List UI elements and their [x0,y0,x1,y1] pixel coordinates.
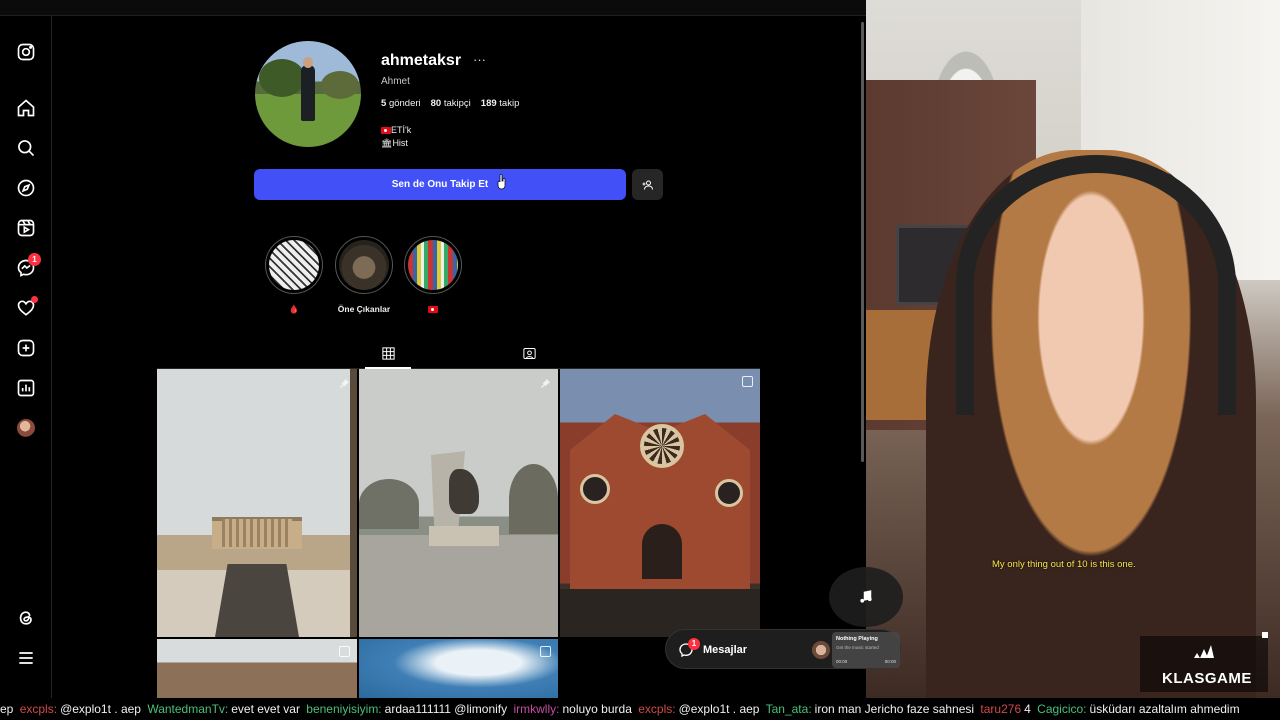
chat-message: 4 [1024,702,1031,716]
messages-badge: 1 [28,253,41,266]
explore-icon[interactable] [14,176,38,200]
chat-message: noluyo burda [562,702,632,716]
carousel-icon [540,646,551,657]
classical-building-icon: 🏛 [381,138,393,148]
highlight-label: 🩸 [288,304,300,314]
post-thumbnail[interactable] [560,369,760,637]
chat-message: üsküdarı azaltalım ahmedim [1089,702,1240,716]
search-icon[interactable] [14,136,38,160]
dashboard-icon[interactable] [14,376,38,400]
threads-icon[interactable] [14,606,38,630]
scrollbar[interactable] [861,22,864,462]
chat-message: iron man Jericho faze sahnesi [814,702,975,716]
chat-message: @explo1t . aep [60,702,141,716]
bio-line-2: 🏛Hist [381,138,408,148]
tab-tagged[interactable] [520,344,538,362]
post-thumbnail[interactable] [359,369,558,637]
story-highlight[interactable] [404,236,462,314]
profile-full-name: Ahmet [381,76,410,87]
menu-icon[interactable] [14,646,38,670]
tab-posts[interactable] [379,344,397,362]
chat-user: taru276 [980,702,1022,716]
stat-posts: 5 gönderi [381,98,421,109]
now-playing-subtitle: Get the music started [836,645,879,650]
webcam-video [866,0,1280,698]
chat-user: excpls: [638,702,676,716]
chat-user: Tan_ata: [765,702,812,716]
chat-user: irmkwlly: [513,702,560,716]
highlight-label: Öne Çıkanlar [337,304,391,314]
adidas-logo-icon [1194,645,1214,658]
heart-icon[interactable] [14,296,38,320]
home-icon[interactable] [14,96,38,120]
chat-user: Cagicico: [1037,702,1087,716]
more-options-icon[interactable]: ··· [473,52,486,67]
chat-user: WantedmanTv: [147,702,229,716]
post-thumbnail[interactable] [157,369,357,637]
stat-following[interactable]: 189 takip [481,98,520,109]
messages-label: Mesajlar [703,644,748,656]
now-playing-title: Nothing Playing [836,636,878,642]
now-playing-elapsed: 00:00 [836,659,848,664]
chat-message: @explo1t . aep [678,702,760,716]
profile-avatar[interactable] [14,416,38,440]
sidebar-nav: 1 [0,16,52,698]
carousel-icon [339,646,350,657]
profile-stats: 5 gönderi 80 takipçi 189 takip [381,98,519,109]
message-avatar [812,641,830,659]
suggested-users-button[interactable] [632,169,663,200]
klasgame-logo: KLASGAME [1162,670,1252,687]
carousel-icon [742,376,753,387]
corner-marker [1262,632,1268,638]
story-highlight[interactable]: Öne Çıkanlar [335,236,393,314]
chat-message: ardaa111111 @limonify [384,702,508,716]
turkish-flag-icon [381,127,391,135]
tagged-icon [522,347,536,359]
chat-user: excpls: [19,702,58,716]
notification-dot [31,296,38,303]
now-playing-duration: 00:00 [884,659,896,664]
reels-icon[interactable] [14,216,38,240]
instagram-logo-icon[interactable] [14,40,38,64]
profile-picture[interactable] [255,41,361,147]
browser-topbar [0,0,866,16]
mouse-cursor-icon [497,174,506,190]
profile-username: ahmetaksr [381,52,462,69]
chat-user: beneniyisiyim: [306,702,382,716]
grid-icon [381,346,395,360]
messages-badge: 1 [688,638,700,650]
follow-back-button[interactable]: Sen de Onu Takip Et [254,169,626,200]
messenger-icon[interactable]: 1 [14,253,41,280]
post-thumbnail[interactable] [157,639,357,698]
chat-message: evet evet var [231,702,300,716]
chat-ticker: ep excpls: @explo1t . aep WantedmanTv: eve… [0,698,1280,720]
bio-line-1: ETİ'k [381,125,411,135]
stream-caption: My only thing out of 10 is this one. [992,559,1136,570]
add-person-icon [642,180,653,190]
post-thumbnail[interactable] [359,639,558,698]
pinned-icon [339,376,350,389]
stat-followers[interactable]: 80 takipçi [431,98,471,109]
instagram-profile-page: 1 ahmetaksr ··· Ahmet 5 gönderi 80 takip… [0,0,866,698]
highlight-label [404,304,462,314]
create-icon[interactable] [14,336,38,360]
chat-fragment: ep [0,702,14,716]
music-player-button[interactable] [829,567,903,627]
turkish-flag-icon [428,306,438,314]
pinned-icon [540,376,551,389]
story-highlight[interactable]: 🩸 [265,236,323,315]
headphones [956,155,1236,415]
now-playing-card: Nothing Playing Get the music started 00… [832,632,900,668]
music-note-icon [860,590,872,603]
